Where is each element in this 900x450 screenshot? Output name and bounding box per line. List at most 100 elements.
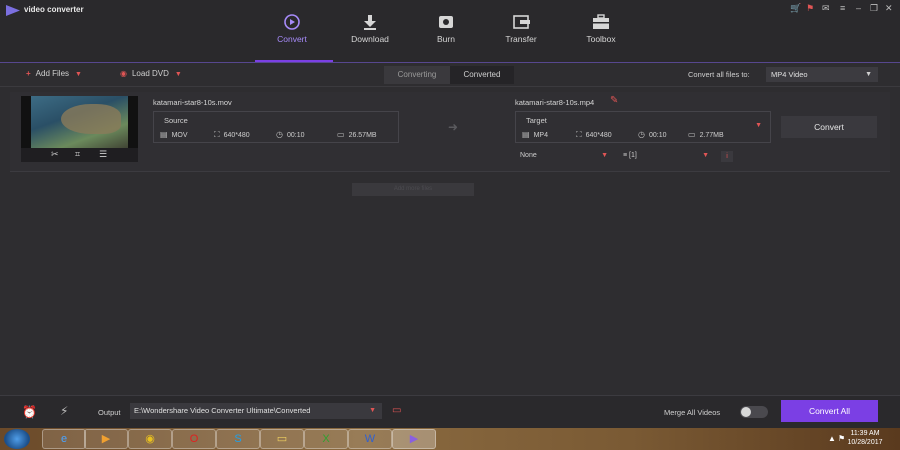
film-icon: ▤ — [160, 130, 168, 139]
tray-expand-icon[interactable]: ▲ — [828, 434, 836, 443]
source-label: Source — [164, 116, 188, 125]
toolbar: + Add Files ▼ ◉ Load DVD ▼ Converting Conver… — [0, 63, 900, 87]
chevron-down-icon: ▼ — [865, 71, 872, 78]
chevron-down-icon[interactable]: ▼ — [75, 71, 82, 78]
close-button[interactable]: ✕ — [885, 3, 893, 14]
menu-icon[interactable]: ≡ — [840, 3, 845, 13]
output-path-select[interactable]: E:\Wondershare Video Converter Ultimate\… — [130, 403, 382, 419]
audio-track-select[interactable]: ≡ [1] ▼ — [623, 152, 709, 159]
explorer-icon[interactable]: ▭ — [260, 429, 304, 449]
chevron-down-icon[interactable]: ▼ — [755, 122, 762, 129]
clock-date[interactable]: 10/28/2017 — [845, 439, 885, 446]
app-logo-icon — [6, 5, 20, 16]
target-info-box[interactable]: Target ▤ MP4 ⛶ 640*480 ◷ 00:10 ▭ 2.77MB ▼ — [515, 111, 771, 143]
tab-download[interactable]: Download — [335, 14, 405, 44]
app-title: video converter — [24, 5, 84, 14]
target-duration: ◷ 00:10 — [638, 130, 667, 139]
tab-convert[interactable]: Convert — [257, 14, 327, 44]
edit-icon[interactable]: ✎ — [610, 95, 618, 106]
transfer-icon — [513, 15, 530, 29]
cart-icon[interactable]: 🛒 — [790, 3, 801, 14]
load-dvd-button[interactable]: ◉ Load DVD ▼ — [120, 69, 182, 78]
add-files-button[interactable]: + Add Files ▼ — [26, 69, 82, 78]
tab-converting[interactable]: Converting — [384, 66, 450, 84]
opera-icon[interactable]: O — [172, 429, 216, 449]
source-filename: katamari-star8-10s.mov — [153, 98, 232, 107]
chevron-down-icon: ▼ — [369, 407, 376, 414]
subtitle-select[interactable]: None ▼ — [520, 152, 608, 159]
tab-toolbox-label: Toolbox — [586, 34, 616, 44]
video-converter-taskbar-icon[interactable]: ▶ — [392, 429, 436, 449]
chevron-down-icon: ▼ — [702, 152, 709, 159]
resolution-icon: ⛶ — [214, 130, 220, 139]
chevron-down-icon: ▼ — [601, 152, 608, 159]
dvd-icon: ◉ — [120, 69, 127, 78]
skype-icon[interactable]: S — [216, 429, 260, 449]
convert-all-to-label: Convert all files to: — [688, 70, 750, 79]
target-format: ▤ MP4 — [522, 130, 548, 139]
bottom-bar: ⏰ ⚡ Output E:\Wondershare Video Converte… — [0, 395, 900, 428]
word-icon[interactable]: W — [348, 429, 392, 449]
convert-button[interactable]: Convert — [781, 116, 877, 138]
restore-button[interactable]: ❐ — [870, 3, 878, 14]
minimize-button[interactable]: – — [856, 3, 861, 13]
source-size: ▭ 26.57MB — [337, 130, 377, 139]
arrow-right-icon: ➜ — [448, 120, 459, 134]
tab-transfer[interactable]: Transfer — [486, 14, 556, 44]
burn-icon — [439, 16, 453, 28]
crop-icon[interactable]: ⌗ — [75, 149, 80, 160]
folder-icon: ▭ — [337, 130, 345, 139]
target-resolution: ⛶ 640*480 — [576, 130, 612, 139]
target-filename: katamari-star8-10s.mp4 — [515, 98, 595, 107]
start-button[interactable] — [4, 429, 30, 449]
tab-burn-label: Burn — [437, 34, 455, 44]
folder-icon: ▭ — [688, 130, 696, 139]
resolution-icon: ⛶ — [576, 130, 582, 139]
add-files-label: Add Files — [35, 69, 70, 78]
excel-icon[interactable]: X — [304, 429, 348, 449]
merge-toggle[interactable] — [740, 406, 768, 418]
trim-icon[interactable]: ✂ — [51, 149, 59, 160]
toggle-knob — [741, 407, 751, 417]
output-format-value: MP4 Video — [771, 70, 808, 79]
film-icon: ▤ — [522, 130, 530, 139]
tab-transfer-label: Transfer — [505, 34, 537, 44]
title-bar: video converter 🛒 ⚑ ✉ ≡ – ❐ ✕ Convert Do… — [0, 0, 900, 62]
clock-icon: ◷ — [638, 130, 645, 139]
alarm-icon[interactable]: ⏰ — [22, 405, 37, 419]
merge-label: Merge All Videos — [664, 408, 721, 417]
convert-all-button[interactable]: Convert All — [781, 400, 878, 422]
open-folder-icon[interactable]: ▭ — [392, 405, 401, 416]
media-player-icon[interactable]: ▶ — [84, 429, 128, 449]
source-format: ▤ MOV — [160, 130, 188, 139]
download-icon — [364, 15, 376, 30]
info-icon[interactable]: i — [721, 151, 733, 162]
toolbox-icon — [593, 14, 609, 29]
source-duration: ◷ 00:10 — [276, 130, 305, 139]
output-format-select[interactable]: MP4 Video ▼ — [766, 67, 878, 82]
output-path-value: E:\Wondershare Video Converter Ultimate\… — [134, 406, 311, 415]
mail-icon[interactable]: ✉ — [822, 3, 830, 14]
thumbnail-toolbar: ✂ ⌗ ☰ — [21, 148, 138, 162]
add-more-files-button[interactable]: Add more files — [352, 183, 474, 196]
file-item: ✂ ⌗ ☰ katamari-star8-10s.mov Source ▤ MOV… — [10, 92, 890, 172]
target-label: Target — [526, 116, 547, 125]
tab-toolbox[interactable]: Toolbox — [566, 14, 636, 44]
source-info-box: Source ▤ MOV ⛶ 640*480 ◷ 00:10 ▭ 26.57MB — [153, 111, 399, 143]
clock-icon: ◷ — [276, 130, 283, 139]
effects-icon[interactable]: ☰ — [99, 149, 107, 160]
audio-value: [1] — [629, 152, 637, 159]
plus-icon: + — [26, 69, 31, 78]
gift-icon[interactable]: ⚑ — [806, 3, 814, 14]
chevron-down-icon[interactable]: ▼ — [175, 71, 182, 78]
chrome-icon[interactable]: ◉ — [128, 429, 172, 449]
ie-icon[interactable]: e — [42, 429, 86, 449]
video-thumbnail[interactable] — [21, 96, 138, 148]
clock-time[interactable]: 11:39 AM — [845, 430, 885, 437]
tab-download-label: Download — [351, 34, 389, 44]
tab-converted[interactable]: Converted — [450, 66, 514, 84]
tab-burn[interactable]: Burn — [411, 14, 481, 44]
lightning-icon[interactable]: ⚡ — [60, 404, 68, 418]
source-resolution: ⛶ 640*480 — [214, 130, 250, 139]
windows-taskbar: e ▶ ◉ O S ▭ X W ▶ ▲ ⚑ 11:39 AM 10/28/201… — [0, 428, 900, 450]
